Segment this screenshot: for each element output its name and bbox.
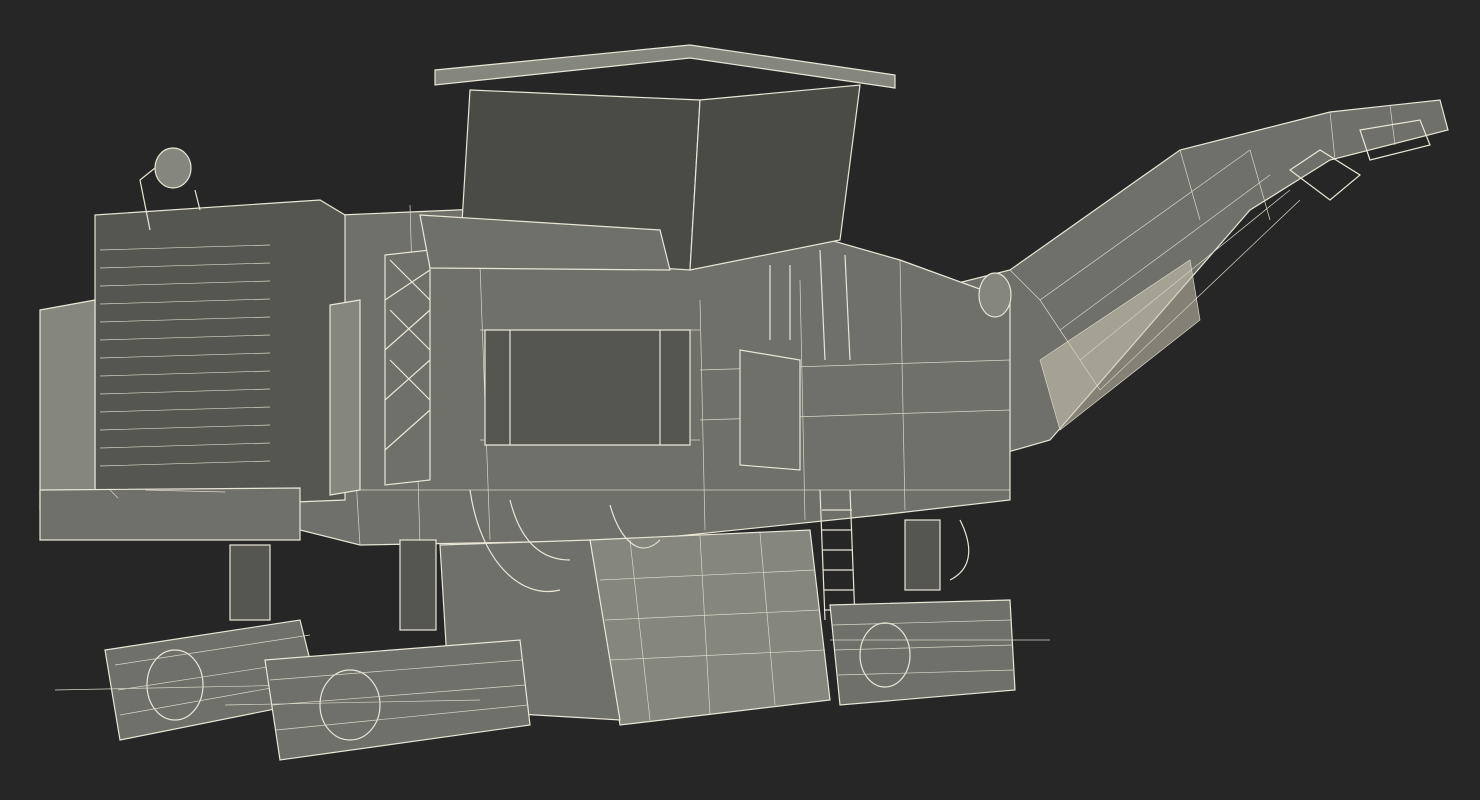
render-viewport: [0, 0, 1480, 800]
cold-milling-machine-wireframe-icon: [0, 0, 1480, 800]
work-lamp: [978, 272, 1012, 318]
